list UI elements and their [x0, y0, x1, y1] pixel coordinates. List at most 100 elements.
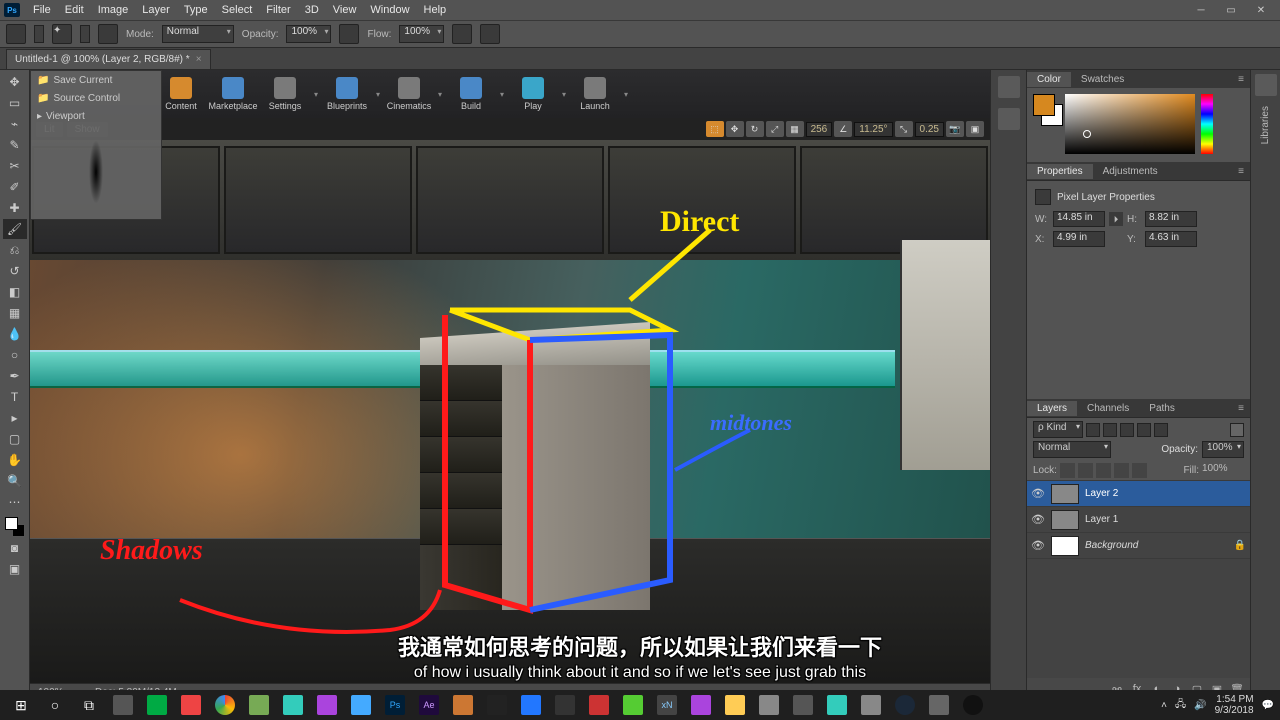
crop-tool[interactable]: ✂: [3, 156, 27, 176]
hue-slider[interactable]: [1201, 94, 1213, 154]
dodge-tool[interactable]: ○: [3, 345, 27, 365]
layer-name[interactable]: Background: [1085, 540, 1138, 551]
color-swatches[interactable]: [5, 517, 25, 537]
hand-tool[interactable]: ✋: [3, 450, 27, 470]
pressure-size-icon[interactable]: [480, 24, 500, 44]
brush-preview-popup[interactable]: 📁Save Current 📁Source Control ▸Viewport: [30, 70, 162, 220]
taskbar-app[interactable]: [582, 691, 616, 719]
type-tool[interactable]: T: [3, 387, 27, 407]
x-input[interactable]: 4.99 in: [1053, 231, 1105, 247]
lock-nest-icon[interactable]: [1114, 463, 1129, 478]
menu-view[interactable]: View: [326, 2, 364, 18]
fill-input[interactable]: 100%: [1202, 463, 1244, 478]
quick-select-tool[interactable]: ✎: [3, 135, 27, 155]
gradient-tool[interactable]: ▦: [3, 303, 27, 323]
tab-channels[interactable]: Channels: [1077, 401, 1139, 416]
tab-paths[interactable]: Paths: [1139, 401, 1185, 416]
taskbar-app[interactable]: [242, 691, 276, 719]
taskbar-chrome[interactable]: [208, 691, 242, 719]
taskbar-app[interactable]: [514, 691, 548, 719]
y-input[interactable]: 4.63 in: [1145, 231, 1197, 247]
lock-pos-icon[interactable]: [1096, 463, 1111, 478]
stamp-tool[interactable]: ⎌: [3, 240, 27, 260]
taskbar-app[interactable]: [140, 691, 174, 719]
libraries-icon[interactable]: [1255, 74, 1277, 96]
layer-name[interactable]: Layer 1: [1085, 514, 1118, 525]
canvas[interactable]: Content Marketplace Settings▾ Blueprints…: [30, 70, 990, 683]
taskbar-app[interactable]: [106, 691, 140, 719]
taskbar-app[interactable]: [548, 691, 582, 719]
filter-shape-icon[interactable]: [1137, 423, 1151, 437]
taskbar-app[interactable]: [616, 691, 650, 719]
shape-tool[interactable]: ▢: [3, 429, 27, 449]
history-panel-icon[interactable]: [998, 76, 1020, 98]
layer-opacity-input[interactable]: 100%: [1202, 441, 1244, 458]
layers-panel-menu[interactable]: ≡: [1232, 403, 1250, 414]
visibility-icon[interactable]: 👁: [1031, 539, 1045, 552]
layer-row[interactable]: 👁 Layer 2: [1027, 481, 1250, 507]
marquee-tool[interactable]: ▭: [3, 93, 27, 113]
path-select-tool[interactable]: ▸: [3, 408, 27, 428]
mode-select[interactable]: Normal: [162, 25, 234, 43]
visibility-icon[interactable]: 👁: [1031, 487, 1045, 500]
pressure-opacity-icon[interactable]: [339, 24, 359, 44]
tray-chevron-icon[interactable]: ˄: [1161, 700, 1167, 711]
taskbar-app[interactable]: [446, 691, 480, 719]
pen-tool[interactable]: ✒: [3, 366, 27, 386]
tab-adjustments[interactable]: Adjustments: [1093, 164, 1168, 179]
search-button[interactable]: ○: [38, 691, 72, 719]
menu-edit[interactable]: Edit: [58, 2, 91, 18]
color-field[interactable]: [1065, 94, 1195, 154]
link-wh-icon[interactable]: ⏵: [1109, 212, 1123, 226]
menu-3d[interactable]: 3D: [298, 2, 326, 18]
menu-select[interactable]: Select: [215, 2, 260, 18]
tab-properties[interactable]: Properties: [1027, 164, 1093, 179]
brush-panel-dock-icon[interactable]: [998, 108, 1020, 130]
flow-value[interactable]: 100%: [399, 25, 444, 43]
filter-type-icon[interactable]: [1120, 423, 1134, 437]
airbrush-icon[interactable]: [452, 24, 472, 44]
taskbar-app[interactable]: [922, 691, 956, 719]
menu-layer[interactable]: Layer: [135, 2, 177, 18]
document-tab[interactable]: Untitled-1 @ 100% (Layer 2, RGB/8#) * ×: [6, 49, 211, 69]
quick-mask[interactable]: ◙: [3, 538, 27, 558]
layer-name[interactable]: Layer 2: [1085, 488, 1118, 499]
window-close[interactable]: ✕: [1246, 1, 1276, 19]
lasso-tool[interactable]: ⌁: [3, 114, 27, 134]
taskbar-app[interactable]: xN: [650, 691, 684, 719]
taskbar-app[interactable]: [820, 691, 854, 719]
brush-preset-drop[interactable]: [80, 25, 90, 43]
move-tool[interactable]: ✥: [3, 72, 27, 92]
taskbar-clock[interactable]: 1:54 PM9/3/2018: [1215, 694, 1254, 716]
tray-sound-icon[interactable]: 🔊: [1194, 700, 1206, 711]
tool-preset-icon[interactable]: [6, 24, 26, 44]
eraser-tool[interactable]: ◧: [3, 282, 27, 302]
color-fg-bg[interactable]: [1033, 94, 1059, 128]
lock-all-icon[interactable]: [1132, 463, 1147, 478]
taskbar-app[interactable]: [752, 691, 786, 719]
screen-mode[interactable]: ▣: [3, 559, 27, 579]
taskbar-steam[interactable]: [888, 691, 922, 719]
tool-preset-drop[interactable]: [34, 25, 44, 43]
taskbar-explorer[interactable]: [718, 691, 752, 719]
filter-toggle[interactable]: [1230, 423, 1244, 437]
healing-tool[interactable]: ✚: [3, 198, 27, 218]
window-minimize[interactable]: ─: [1186, 1, 1216, 19]
menu-type[interactable]: Type: [177, 2, 215, 18]
tab-color[interactable]: Color: [1027, 72, 1071, 87]
edit-toolbar[interactable]: ⋯: [3, 492, 27, 512]
start-button[interactable]: ⊞: [4, 691, 38, 719]
taskbar-app[interactable]: [310, 691, 344, 719]
notifications-icon[interactable]: 💬: [1262, 700, 1274, 711]
taskbar-aftereffects[interactable]: Ae: [412, 691, 446, 719]
lock-pixels-icon[interactable]: [1078, 463, 1093, 478]
brush-tool[interactable]: 🖌: [3, 219, 27, 239]
color-panel-menu[interactable]: ≡: [1232, 74, 1250, 85]
task-view-button[interactable]: ⧉: [72, 691, 106, 719]
taskbar-app[interactable]: [480, 691, 514, 719]
lock-trans-icon[interactable]: [1060, 463, 1075, 478]
taskbar-unreal[interactable]: [956, 691, 990, 719]
brush-preset-icon[interactable]: ✦: [52, 24, 72, 44]
taskbar-photoshop[interactable]: Ps: [378, 691, 412, 719]
visibility-icon[interactable]: 👁: [1031, 513, 1045, 526]
